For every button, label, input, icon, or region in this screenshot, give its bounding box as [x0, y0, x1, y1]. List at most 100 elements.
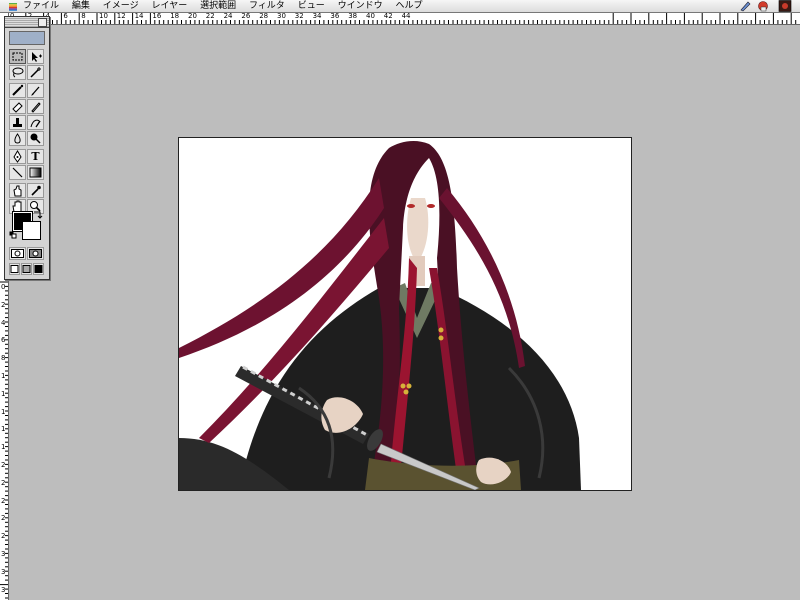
airbrush-icon	[12, 84, 24, 96]
hand-pointer-icon	[13, 185, 22, 197]
ruler-label: 28	[259, 12, 269, 20]
type-tool-label: T	[31, 150, 40, 163]
pen-tool[interactable]	[9, 149, 26, 164]
ruler-label: 2	[1, 461, 6, 469]
ruler-label: 16	[152, 12, 162, 20]
screen-mode-full-menu[interactable]	[21, 263, 32, 275]
ruler-label: 2	[1, 300, 6, 309]
history-brush-tool[interactable]	[27, 115, 44, 130]
move-tool[interactable]	[27, 49, 44, 64]
gradient-tool[interactable]	[27, 165, 44, 180]
app-status-icon[interactable]	[756, 0, 770, 12]
history-brush-icon	[30, 119, 41, 128]
ruler-label: 44	[401, 12, 411, 20]
screen-mode-icon	[22, 265, 31, 273]
menu-image[interactable]: イメージ	[98, 0, 144, 12]
horizontal-ruler[interactable]: 0246810121416182022242628303234363840424…	[8, 12, 800, 25]
rubber-stamp-icon	[13, 118, 22, 127]
line-icon	[12, 167, 23, 178]
ruler-label: 1	[1, 389, 6, 398]
pencil-tool[interactable]	[27, 99, 44, 114]
burn-icon	[30, 133, 41, 144]
ruler-label: 22	[205, 12, 215, 20]
menu-bar: ファイル 編集 イメージ レイヤー 選択範囲 フィルタ ビュー ウインドウ ヘル…	[0, 0, 800, 13]
standard-mode-button[interactable]	[9, 247, 26, 260]
ruler-label: 36	[330, 12, 340, 20]
ruler-label: 24	[223, 12, 233, 20]
ruler-label: 4	[1, 318, 6, 327]
menu-filter[interactable]: フィルタ	[244, 0, 290, 12]
lasso-icon	[12, 67, 24, 78]
type-tool[interactable]: T	[27, 149, 44, 164]
blur-tool[interactable]	[9, 131, 26, 146]
menu-edit[interactable]: 編集	[67, 0, 95, 12]
swap-colors-icon[interactable]	[33, 210, 43, 219]
ruler-label: 1	[1, 372, 6, 380]
eyedropper-tool[interactable]	[27, 183, 44, 198]
ruler-label: 8	[1, 354, 6, 363]
ruler-label: 32	[294, 12, 304, 20]
paintbrush-icon	[31, 86, 40, 96]
ruler-label: 3	[1, 567, 6, 576]
paintbrush-tool[interactable]	[27, 83, 44, 98]
eyedropper-icon	[31, 185, 41, 196]
airbrush-tool[interactable]	[9, 83, 26, 98]
ruler-label: 1	[1, 425, 6, 434]
ruler-label: 12	[116, 12, 126, 20]
screen-mode-icon	[34, 265, 43, 273]
ruler-label: 42	[383, 12, 393, 20]
lasso-tool[interactable]	[9, 65, 26, 80]
apple-menu-icon[interactable]	[8, 1, 18, 11]
ruler-label: 0	[1, 283, 6, 291]
ruler-label: 14	[134, 12, 144, 20]
ruler-label: 2	[1, 532, 6, 541]
menu-layer[interactable]: レイヤー	[146, 0, 192, 12]
magic-wand-icon	[30, 67, 41, 78]
ruler-label: 8	[81, 12, 86, 20]
ruler-label: 38	[348, 12, 358, 20]
ruler-label: 34	[312, 12, 322, 20]
ruler-label: 6	[1, 336, 6, 345]
ruler-label: 2	[1, 496, 6, 505]
eraser-tool[interactable]	[9, 99, 26, 114]
burn-tool[interactable]	[27, 131, 44, 146]
menu-view[interactable]: ビュー	[293, 0, 330, 12]
standard-mode-icon	[11, 249, 24, 258]
ruler-label: 2	[1, 514, 6, 523]
palette-titlebar[interactable]	[5, 17, 49, 28]
ruler-label: 20	[188, 12, 197, 20]
adobe-logo[interactable]	[9, 31, 45, 45]
pencil-icon	[31, 102, 41, 113]
magic-wand-tool[interactable]	[27, 65, 44, 80]
line-tool[interactable]	[9, 165, 26, 180]
menu-window[interactable]: ウインドウ	[333, 0, 388, 12]
document-canvas[interactable]	[178, 137, 632, 491]
menu-file[interactable]: ファイル	[18, 0, 64, 12]
blur-drop-icon	[14, 133, 21, 144]
screen-mode-icon	[10, 265, 19, 273]
ruler-label: 10	[99, 12, 108, 20]
quick-mask-button[interactable]	[27, 247, 44, 260]
rubber-stamp-tool[interactable]	[9, 115, 26, 130]
background-color-swatch[interactable]	[22, 221, 41, 240]
ruler-label: 1	[1, 407, 6, 416]
screen-mode-standard[interactable]	[9, 263, 20, 275]
quick-mask-icon	[29, 249, 42, 258]
pen-nib-icon	[13, 150, 22, 163]
pencil-icon[interactable]	[738, 0, 752, 12]
artwork-illustration	[179, 138, 631, 490]
marquee-tool[interactable]	[9, 49, 26, 64]
photoshop-app-icon[interactable]	[778, 0, 792, 12]
menu-select[interactable]: 選択範囲	[195, 0, 241, 12]
screen-mode-full[interactable]	[33, 263, 44, 275]
default-colors-icon[interactable]	[9, 231, 17, 239]
gradient-icon	[29, 167, 42, 178]
ruler-label: 18	[170, 12, 180, 20]
palette-collapse-box[interactable]	[38, 18, 47, 27]
ruler-label: 1	[1, 443, 6, 452]
menu-help[interactable]: ヘルプ	[390, 0, 427, 12]
ruler-label: 26	[241, 12, 251, 20]
ruler-label: 3	[1, 585, 6, 594]
paint-bucket-tool[interactable]	[9, 183, 26, 198]
ruler-label: 40	[366, 12, 375, 20]
